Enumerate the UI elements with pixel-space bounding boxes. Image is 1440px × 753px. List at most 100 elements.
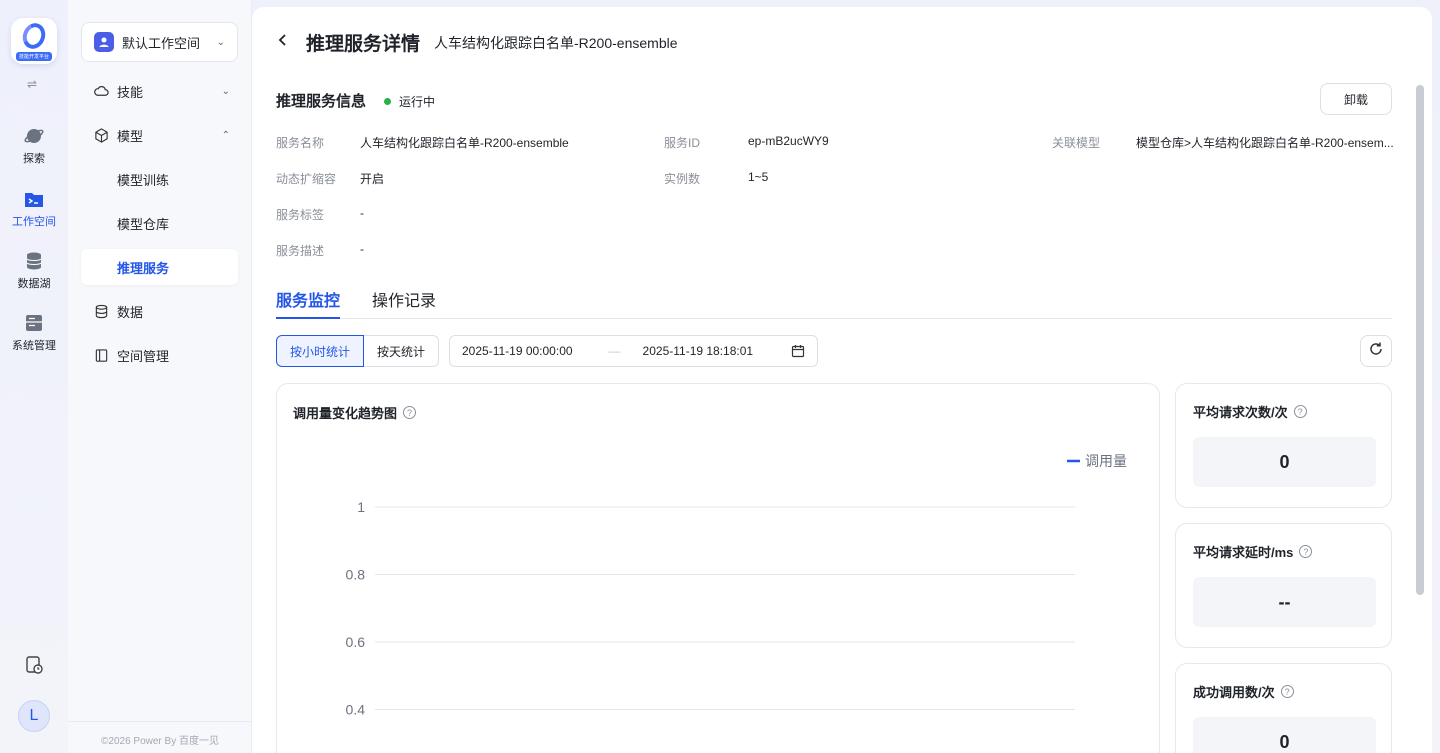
field-label: 关联模型	[1052, 136, 1101, 150]
copyright: ©2026 Power By 百度一见	[68, 721, 252, 747]
planet-icon	[24, 126, 44, 146]
field-value-link[interactable]: 模型仓库>人车结构化跟踪白名单-R200-ensem...	[1136, 134, 1394, 151]
sidebar-item-models[interactable]: 模型 ⌃	[81, 117, 238, 153]
metric-card-avg-latency: 平均请求延时/ms ? --	[1175, 523, 1392, 648]
y-tick-label: 0.6	[346, 634, 366, 650]
y-tick-label: 0.4	[346, 702, 366, 718]
field-value: -	[360, 206, 364, 220]
help-icon[interactable]: ?	[1299, 545, 1313, 558]
field-value: 1~5	[748, 170, 769, 184]
sidebar-item-inference-service[interactable]: 推理服务	[81, 249, 238, 285]
server-icon	[24, 313, 44, 333]
rail-item-system[interactable]: 系统管理	[0, 313, 68, 353]
metric-card-avg-requests: 平均请求次数/次 ? 0	[1175, 383, 1392, 508]
end-date[interactable]: 2025-11-19 18:18:01	[643, 344, 754, 358]
metric-value: 0	[1193, 717, 1376, 753]
left-rail: 技能开发平台 ⇌ 探索 工作空间 数据湖 系统管理 L	[0, 0, 68, 753]
rail-label: 工作空间	[12, 216, 56, 228]
field-label: 服务ID	[664, 136, 701, 150]
y-tick-label: 1	[357, 499, 365, 515]
logo-icon	[19, 20, 49, 52]
field-value: -	[360, 242, 364, 256]
metric-value: --	[1193, 577, 1376, 627]
field-label: 实例数	[664, 172, 701, 186]
metric-title: 平均请求延时/ms ?	[1193, 542, 1313, 561]
metric-title-text: 平均请求次数/次	[1193, 405, 1288, 420]
avatar[interactable]: L	[18, 700, 50, 732]
book-icon	[93, 347, 109, 363]
sidebar-item-label: 数据	[117, 304, 144, 320]
sidebar-item-label: 推理服务	[117, 260, 170, 276]
call-volume-chart-card: 调用量变化趋势图 ? 1 0.8 0.6 0.4 调用量	[276, 383, 1160, 753]
line-chart: 1 0.8 0.6 0.4 调用量	[346, 453, 1127, 718]
chevron-down-icon: ⌄	[216, 36, 225, 48]
field-label: 动态扩缩容	[276, 172, 337, 186]
daily-stat-button[interactable]: 按天统计	[364, 335, 440, 367]
help-icon[interactable]: ?	[1280, 685, 1294, 698]
range-separator: —	[608, 344, 621, 358]
terminal-folder-icon	[24, 189, 44, 209]
database-icon	[24, 251, 44, 271]
field-label: 服务名称	[276, 136, 325, 150]
status-dot-icon	[384, 98, 391, 105]
sidebar: 默认工作空间 ⌄ 技能 ⌄ 模型 ⌃ 模型训练 模型仓库 推理服务 数据 空间管…	[68, 0, 252, 753]
sidebar-item-label: 空间管理	[117, 348, 170, 364]
rail-item-workspace[interactable]: 工作空间	[0, 189, 68, 229]
logo-tag: 技能开发平台	[15, 52, 52, 61]
page-subtitle: 人车结构化跟踪白名单-R200-ensemble	[434, 35, 678, 51]
refresh-icon	[1368, 341, 1384, 362]
stat-granularity-toggle: 按小时统计 按天统计	[276, 335, 440, 367]
sidebar-item-model-repo[interactable]: 模型仓库	[81, 205, 238, 241]
sidebar-item-space-management[interactable]: 空间管理	[81, 337, 238, 373]
sidebar-item-label: 模型	[117, 128, 144, 144]
metric-title-text: 成功调用数/次	[1193, 685, 1275, 700]
sidebar-item-label: 技能	[117, 84, 144, 100]
metric-title: 平均请求次数/次 ?	[1193, 402, 1307, 421]
page-title: 推理服务详情	[306, 34, 421, 55]
start-date[interactable]: 2025-11-19 00:00:00	[462, 344, 573, 358]
user-icon	[94, 32, 114, 52]
workspace-name: 默认工作空间	[122, 35, 201, 51]
metric-value: 0	[1193, 437, 1376, 487]
refresh-button[interactable]	[1360, 335, 1392, 367]
field-value: 人车结构化跟踪白名单-R200-ensemble	[360, 136, 569, 150]
cube-icon	[93, 127, 109, 143]
legend-label[interactable]: 调用量	[1085, 453, 1127, 469]
chevron-up-icon: ⌃	[221, 129, 230, 141]
sidebar-item-label: 模型训练	[117, 172, 170, 188]
field-label: 服务标签	[276, 208, 325, 222]
scrollbar[interactable]	[1416, 85, 1424, 595]
history-icon[interactable]	[24, 655, 44, 675]
sidebar-item-label: 模型仓库	[117, 216, 170, 232]
calendar-icon	[791, 344, 805, 358]
database-icon	[93, 303, 109, 319]
sidebar-item-model-training[interactable]: 模型训练	[81, 161, 238, 197]
status-badge: 运行中	[384, 93, 435, 110]
rail-label: 数据湖	[17, 278, 51, 290]
section-title: 推理服务信息	[276, 93, 367, 110]
tab-bar: 服务监控 操作记录	[276, 287, 1392, 319]
rail-item-explore[interactable]: 探索	[0, 126, 68, 166]
app-logo[interactable]: 技能开发平台	[11, 18, 57, 64]
tab-service-monitor[interactable]: 服务监控	[276, 287, 341, 319]
help-icon[interactable]: ?	[1293, 405, 1307, 418]
main-content: 推理服务详情 人车结构化跟踪白名单-R200-ensemble 推理服务信息 运…	[252, 7, 1432, 753]
rail-item-datalake[interactable]: 数据湖	[0, 251, 68, 291]
metric-card-success-calls: 成功调用数/次 ? 0	[1175, 663, 1392, 753]
metric-title: 成功调用数/次 ?	[1193, 682, 1294, 701]
rail-label: 系统管理	[12, 340, 56, 352]
date-range-picker[interactable]: 2025-11-19 00:00:00 — 2025-11-19 18:18:0…	[449, 335, 818, 367]
chevron-down-icon: ⌄	[221, 85, 230, 97]
back-arrow-icon[interactable]	[276, 31, 290, 52]
status-text: 运行中	[399, 95, 436, 109]
switch-icon[interactable]: ⇌	[27, 77, 37, 91]
hourly-stat-button[interactable]: 按小时统计	[276, 335, 365, 367]
workspace-selector[interactable]: 默认工作空间 ⌄	[81, 22, 238, 62]
sidebar-item-data[interactable]: 数据	[81, 293, 238, 329]
field-label: 服务描述	[276, 244, 325, 258]
field-value: 开启	[360, 172, 385, 186]
unload-button[interactable]: 卸载	[1320, 83, 1392, 115]
sidebar-item-skills[interactable]: 技能 ⌄	[81, 73, 238, 109]
tab-operation-log[interactable]: 操作记录	[372, 287, 436, 319]
y-tick-label: 0.8	[346, 567, 366, 583]
